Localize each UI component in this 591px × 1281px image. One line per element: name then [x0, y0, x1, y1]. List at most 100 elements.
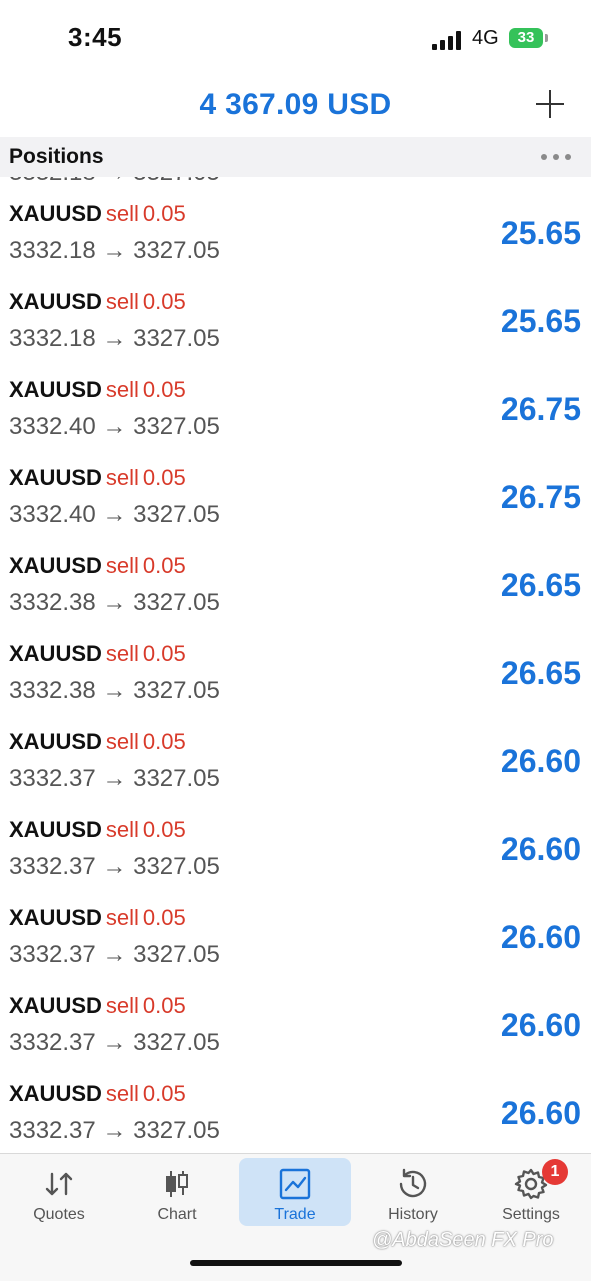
position-side: sell — [105, 1081, 139, 1106]
position-profit: 25.65 — [500, 215, 581, 251]
position-prices: 3332.37 → 3327.05 — [9, 853, 220, 880]
tab-label: Trade — [274, 1206, 316, 1223]
position-title: XAUUSD sell 0.05 — [9, 993, 186, 1019]
tab-label: Settings — [502, 1206, 560, 1223]
position-prices: 3332.38 → 3327.05 — [9, 677, 220, 704]
tab-settings[interactable]: Settings — [475, 1158, 587, 1226]
account-balance: 4 367.09 USD — [199, 88, 392, 121]
tab-quotes[interactable]: Quotes — [3, 1158, 115, 1226]
position-profit: 26.60 — [500, 743, 581, 779]
position-title: XAUUSD sell 0.05 — [9, 289, 186, 315]
history-clock-icon — [357, 1166, 469, 1202]
position-prices: 3332.37 → 3327.05 — [9, 941, 220, 968]
position-side: sell — [105, 905, 139, 930]
positions-section-header: Positions — [0, 137, 591, 177]
position-profit: 26.60 — [500, 831, 581, 867]
position-symbol: XAUUSD — [9, 993, 102, 1018]
partial-row-prices: 3332.18 → 3327.05 — [9, 177, 220, 187]
position-volume: 0.05 — [142, 729, 186, 754]
position-prices: 3332.38 → 3327.05 — [9, 589, 220, 616]
position-row[interactable]: XAUUSD sell 0.05 3332.37 → 3327.05 26.60 — [0, 1069, 591, 1153]
candlestick-icon — [121, 1166, 233, 1202]
position-volume: 0.05 — [142, 817, 186, 842]
tab-label: Chart — [157, 1206, 197, 1223]
position-side: sell — [105, 289, 139, 314]
position-row[interactable]: XAUUSD sell 0.05 3332.37 → 3327.05 26.60 — [0, 981, 591, 1069]
sort-arrows-icon — [3, 1166, 115, 1202]
position-title: XAUUSD sell 0.05 — [9, 553, 186, 579]
position-symbol: XAUUSD — [9, 465, 102, 490]
position-row[interactable]: XAUUSD sell 0.05 3332.37 → 3327.05 26.60 — [0, 805, 591, 893]
home-indicator — [190, 1260, 402, 1266]
position-prices: 3332.18 → 3327.05 — [9, 237, 220, 264]
position-symbol: XAUUSD — [9, 641, 102, 666]
position-title: XAUUSD sell 0.05 — [9, 377, 186, 403]
position-row[interactable]: XAUUSD sell 0.05 3332.40 → 3327.05 26.75 — [0, 453, 591, 541]
position-prices: 3332.18 → 3327.05 — [9, 325, 220, 352]
watermark: @AbdaSeen FX Pro — [372, 1229, 554, 1251]
position-symbol: XAUUSD — [9, 729, 102, 754]
signal-icon — [432, 30, 462, 50]
positions-list[interactable]: 3332.18 → 3327.05 XAUUSDsell0.053332.18 … — [0, 177, 591, 1153]
position-row[interactable]: XAUUSD sell 0.05 3332.37 → 3327.05 26.60 — [0, 893, 591, 981]
network-label: 4G — [472, 27, 499, 49]
position-prices: 3332.37 → 3327.05 — [9, 1029, 220, 1056]
position-profit: 26.60 — [500, 919, 581, 955]
tab-chart[interactable]: Chart — [121, 1158, 233, 1226]
position-prices: 3332.40 → 3327.05 — [9, 413, 220, 440]
trade-chart-icon — [239, 1166, 351, 1202]
position-title: XAUUSD sell 0.05 — [9, 641, 186, 667]
gear-icon — [475, 1166, 587, 1202]
position-profit: 26.75 — [500, 391, 581, 427]
position-title: XAUUSD sell 0.05 — [9, 817, 186, 843]
battery-icon: 33 — [509, 28, 543, 48]
position-side: sell — [105, 201, 139, 226]
position-symbol: XAUUSD — [9, 817, 102, 842]
position-volume: 0.05 — [142, 1081, 186, 1106]
position-side: sell — [105, 377, 139, 402]
position-volume: 0.05 — [142, 289, 186, 314]
position-side: sell — [105, 641, 139, 666]
position-symbol: XAUUSD — [9, 905, 102, 930]
tab-trade[interactable]: Trade — [239, 1158, 351, 1226]
position-side: sell — [105, 817, 139, 842]
position-volume: 0.05 — [142, 641, 186, 666]
position-side: sell — [105, 993, 139, 1018]
position-row[interactable]: XAUUSD sell 0.05 3332.18 → 3327.05 25.65 — [0, 277, 591, 365]
position-symbol: XAUUSD — [9, 1081, 102, 1106]
position-row[interactable]: XAUUSD sell 0.05 3332.40 → 3327.05 26.75 — [0, 365, 591, 453]
position-row[interactable]: XAUUSD sell 0.05 3332.18 → 3327.05 25.65 — [0, 189, 591, 277]
position-title: XAUUSD sell 0.05 — [9, 465, 186, 491]
position-profit: 26.75 — [500, 479, 581, 515]
position-profit: 25.65 — [500, 303, 581, 339]
position-row[interactable]: XAUUSD sell 0.05 3332.38 → 3327.05 26.65 — [0, 629, 591, 717]
header: 4 367.09 USD — [0, 78, 591, 136]
position-profit: 26.60 — [500, 1095, 581, 1131]
position-volume: 0.05 — [142, 553, 186, 578]
position-symbol: XAUUSD — [9, 201, 102, 226]
position-title: XAUUSD sell 0.05 — [9, 1081, 186, 1107]
position-profit: 26.60 — [500, 1007, 581, 1043]
more-horizontal-icon[interactable] — [538, 145, 574, 169]
tab-label: Quotes — [33, 1206, 85, 1223]
plus-icon[interactable] — [530, 84, 570, 124]
position-symbol: XAUUSD — [9, 289, 102, 314]
position-row[interactable]: XAUUSD sell 0.05 3332.38 → 3327.05 26.65 — [0, 541, 591, 629]
status-bar: 3:45 4G 33 — [0, 0, 591, 78]
position-profit: 26.65 — [500, 655, 581, 691]
position-volume: 0.05 — [142, 993, 186, 1018]
section-title: Positions — [9, 145, 104, 168]
position-side: sell — [105, 729, 139, 754]
position-symbol: XAUUSD — [9, 377, 102, 402]
tab-label: History — [388, 1206, 438, 1223]
position-title: XAUUSD sell 0.05 — [9, 905, 186, 931]
battery-tip — [545, 34, 548, 42]
status-time: 3:45 — [68, 22, 123, 52]
notification-badge: 1 — [542, 1159, 568, 1185]
tab-history[interactable]: History — [357, 1158, 469, 1226]
position-side: sell — [105, 553, 139, 578]
position-row[interactable]: XAUUSD sell 0.05 3332.37 → 3327.05 26.60 — [0, 717, 591, 805]
position-volume: 0.05 — [142, 201, 186, 226]
position-profit: 26.65 — [500, 567, 581, 603]
position-volume: 0.05 — [142, 377, 186, 402]
